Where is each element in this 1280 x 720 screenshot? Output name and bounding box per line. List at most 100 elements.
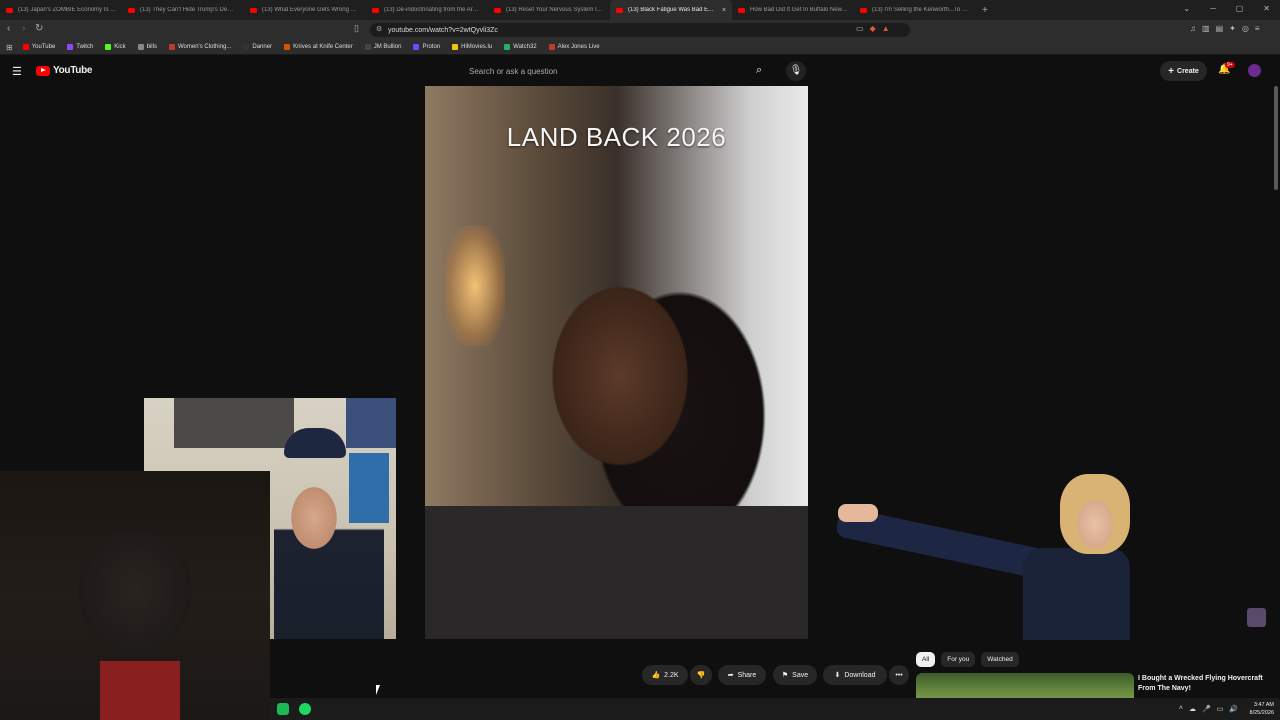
cloud-icon[interactable]: ☁ xyxy=(1189,705,1196,713)
vpn-icon[interactable]: ◎ xyxy=(1242,24,1249,33)
new-tab-button[interactable]: + xyxy=(982,5,988,16)
recommended-video-title[interactable]: I Bought a Wrecked Flying Hovercraft Fro… xyxy=(1138,674,1270,694)
video-background-light xyxy=(445,226,505,346)
cast-icon[interactable]: ▭ xyxy=(856,24,864,33)
address-bar[interactable]: ⚙ youtube.com/watch?v=2wtQyvli3Zc xyxy=(370,23,910,37)
reload-icon[interactable]: ↻ xyxy=(35,23,43,34)
extensions-icon[interactable]: ✦ xyxy=(1229,24,1236,33)
volume-icon[interactable]: 🔊 xyxy=(1229,705,1238,713)
side-overlay-figure xyxy=(834,470,1130,640)
youtube-favicon-icon xyxy=(494,7,501,13)
floating-extension-icon[interactable] xyxy=(1247,608,1266,627)
share-icon: ➦ xyxy=(727,672,734,679)
mic-tray-icon[interactable]: 🎤 xyxy=(1202,705,1211,713)
thumbs-up-icon: 👍 xyxy=(651,672,661,679)
bookmark-item[interactable]: Women's Clothing... xyxy=(168,44,231,50)
bookmark-item[interactable]: bills xyxy=(137,44,157,50)
bookmark-item[interactable]: YouTube xyxy=(22,44,55,50)
sidebar-icon[interactable]: ▥ xyxy=(1202,24,1210,33)
bookmark-favicon-icon xyxy=(504,44,511,50)
music-icon[interactable]: ♫ xyxy=(1190,24,1196,33)
browser-tab[interactable]: How Bad Did It Get In Buffalo New Y... xyxy=(732,0,854,20)
apps-icon[interactable]: ⊞ xyxy=(6,43,13,52)
bookmark-favicon-icon xyxy=(284,44,291,50)
browser-tab[interactable]: (13) They Can't Hide Trump's Demen... xyxy=(122,0,244,20)
create-button[interactable]: + Create xyxy=(1160,61,1207,81)
save-button[interactable]: ⚑ Save xyxy=(773,665,817,685)
bookmark-item[interactable]: Danner xyxy=(243,44,272,50)
search-icon[interactable]: ⌕ xyxy=(756,64,762,77)
bookmark-favicon-icon xyxy=(548,44,555,50)
avatar[interactable] xyxy=(1248,64,1261,77)
network-icon[interactable]: ▭ xyxy=(1217,705,1224,713)
wallet-icon[interactable]: ▤ xyxy=(1216,24,1224,33)
bookmark-item[interactable]: Alex Jones Live xyxy=(548,44,600,50)
youtube-favicon-icon xyxy=(616,7,623,13)
youtube-play-icon xyxy=(36,65,50,76)
browser-menu-icon[interactable]: ≡ xyxy=(1255,24,1260,33)
window-controls: ⌄ ─ ▢ ✕ xyxy=(1183,4,1270,13)
browser-tab[interactable]: (13) Japan's ZOMBIE Economy Is Ab... xyxy=(0,0,122,20)
browser-tab[interactable]: (13) I'm Selling the Kenworth...To Bu... xyxy=(854,0,976,20)
chip-for-you[interactable]: For you xyxy=(941,652,976,667)
webcam-overlay-guest xyxy=(0,471,270,720)
bookmark-item[interactable]: Proton xyxy=(413,44,440,50)
tray-chevron-icon[interactable]: ˄ xyxy=(1179,705,1183,713)
webcam-person xyxy=(274,438,384,639)
back-arrow-icon[interactable]: ‹ xyxy=(7,23,10,34)
youtube-logo[interactable]: YouTube xyxy=(36,65,93,76)
like-button[interactable]: 👍 2.2K xyxy=(642,665,688,685)
browser-tab[interactable]: (13) Reset Your Nervous System In 3... xyxy=(488,0,610,20)
bookmark-icon[interactable]: ▯ xyxy=(354,23,359,34)
url-text: youtube.com/watch?v=2wtQyvli3Zc xyxy=(388,26,498,34)
browser-toolbar: ‹ › ↻ ▯ ⚙ youtube.com/watch?v=2wtQyvli3Z… xyxy=(0,20,1280,40)
minimize-icon[interactable]: ─ xyxy=(1210,4,1216,13)
bookmark-favicon-icon xyxy=(413,44,420,50)
share-button[interactable]: ➦ Share xyxy=(718,665,766,685)
maximize-icon[interactable]: ▢ xyxy=(1236,4,1244,13)
bookmark-favicon-icon xyxy=(364,44,371,50)
download-button[interactable]: ⬇ Download xyxy=(823,665,887,685)
browser-tab-active[interactable]: (13) Black Fatigue Was Bad E... × xyxy=(610,0,732,20)
thumbs-down-icon: 👎 xyxy=(696,672,706,679)
bookmark-item[interactable]: Knives at Knife Center xyxy=(284,44,353,50)
more-icon: ••• xyxy=(895,671,903,679)
omnibox-icons: ▭ ◆ ▲ xyxy=(856,24,890,33)
video-player[interactable]: LAND BACK 2026 xyxy=(425,86,808,639)
tab-close-icon[interactable]: × xyxy=(722,7,726,14)
bookmark-item[interactable]: JM Bullion xyxy=(364,44,401,50)
os-taskbar: ˄ ☁ 🎤 ▭ 🔊 3:47 AM 8/25/2026 xyxy=(270,698,1280,720)
browser-tab[interactable]: (13) What Everyone Gets Wrong Abo... xyxy=(244,0,366,20)
forward-arrow-icon[interactable]: › xyxy=(22,23,25,34)
chip-all[interactable]: All xyxy=(916,652,936,667)
bookmark-item[interactable]: HiMovies.lu xyxy=(452,44,492,50)
webcam-shirt xyxy=(100,661,180,720)
brave-shield-icon[interactable]: ◆ xyxy=(870,24,876,33)
more-actions-button[interactable]: ••• xyxy=(889,665,909,685)
bookmark-item[interactable]: Twitch xyxy=(67,44,93,50)
mic-icon[interactable]: 🎙 xyxy=(786,61,806,81)
brave-rewards-icon[interactable]: ▲ xyxy=(882,24,890,33)
bookmark-icon: ⚑ xyxy=(781,672,789,679)
page-scrollbar[interactable] xyxy=(1274,86,1278,190)
taskbar-clock[interactable]: 3:47 AM 8/25/2026 xyxy=(1250,701,1274,717)
extensions-area: ♫ ▥ ▤ ✦ ◎ ≡ xyxy=(1190,24,1259,33)
bookmark-favicon-icon xyxy=(22,44,29,50)
taskbar-app-icon[interactable] xyxy=(277,703,289,715)
tab-search-icon[interactable]: ⌄ xyxy=(1183,4,1190,13)
browser-tab[interactable]: (13) De-indoctrinating from the Arba... xyxy=(366,0,488,20)
bookmark-item[interactable]: Kick xyxy=(105,44,126,50)
overlay-figure-body xyxy=(1023,548,1130,640)
dislike-button[interactable]: 👎 xyxy=(690,665,712,685)
hamburger-icon[interactable]: ☰ xyxy=(12,65,22,78)
spotify-icon[interactable] xyxy=(299,703,311,715)
bookmark-item[interactable]: Watch32 xyxy=(504,44,537,50)
site-info-icon[interactable]: ⚙ xyxy=(376,25,382,33)
search-input[interactable] xyxy=(460,61,780,81)
download-icon: ⬇ xyxy=(834,672,841,679)
youtube-favicon-icon xyxy=(128,7,135,13)
youtube-favicon-icon xyxy=(860,7,867,13)
video-figure-shirt xyxy=(425,506,808,639)
close-window-icon[interactable]: ✕ xyxy=(1263,4,1270,13)
chip-watched[interactable]: Watched xyxy=(981,652,1019,667)
